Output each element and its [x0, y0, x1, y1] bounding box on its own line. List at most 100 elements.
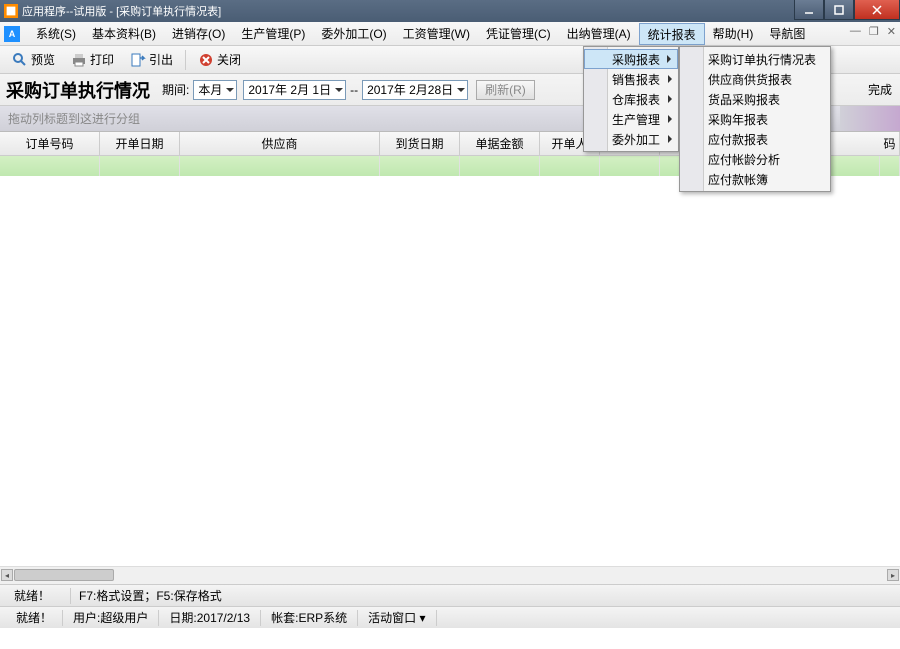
arrow-right-icon: [668, 95, 672, 103]
menu-production[interactable]: 生产管理(P): [233, 23, 313, 45]
col-order-no[interactable]: 订单号码: [0, 132, 100, 155]
submenu-po-execution[interactable]: 采购订单执行情况表: [680, 49, 830, 69]
preview-button[interactable]: 预览: [6, 49, 61, 71]
window-title: 应用程序--试用版 - [采购订单执行情况表]: [22, 3, 221, 19]
reports-submenu: 采购报表 销售报表 仓库报表 生产管理 委外加工: [583, 46, 679, 152]
menu-salary[interactable]: 工资管理(W): [395, 23, 478, 45]
statusbar-lower: 就绪！ 用户:超级用户 日期:2017/2/13 帐套:ERP系统 活动窗口 ▾: [0, 606, 900, 628]
submenu-label: 仓库报表: [612, 91, 660, 108]
arrow-right-icon: [667, 55, 671, 63]
mdi-minimize-button[interactable]: —: [850, 25, 861, 38]
arrow-right-icon: [668, 115, 672, 123]
status-ready: 就绪！: [6, 588, 58, 604]
window-titlebar: 应用程序--试用版 - [采购订单执行情况表]: [0, 0, 900, 22]
col-code[interactable]: 码: [880, 132, 900, 155]
date-dash: --: [350, 83, 358, 97]
chevron-down-icon: [335, 88, 343, 92]
submenu-payable-report[interactable]: 应付款报表: [680, 129, 830, 149]
group-hint-text: 拖动列标题到这进行分组: [8, 112, 140, 126]
print-icon: [71, 52, 87, 68]
menu-navmap[interactable]: 导航图: [761, 23, 813, 45]
horizontal-scrollbar[interactable]: ◂ ▸: [0, 566, 900, 584]
menu-cashier[interactable]: 出纳管理(A): [559, 23, 639, 45]
date-from-picker[interactable]: 2017年 2月 1日: [243, 80, 346, 100]
close-icon: [198, 52, 214, 68]
statusbar-upper: 就绪！ F7:格式设置；F5:保存格式: [0, 584, 900, 606]
menu-outsource[interactable]: 委外加工(O): [313, 23, 394, 45]
submenu-payable-aging[interactable]: 应付帐龄分析: [680, 149, 830, 169]
submenu-sales-reports[interactable]: 销售报表: [584, 69, 678, 89]
menu-invoicing[interactable]: 进销存(O): [164, 23, 233, 45]
submenu-goods-purchase[interactable]: 货品采购报表: [680, 89, 830, 109]
menu-help[interactable]: 帮助(H): [705, 23, 762, 45]
status2-user: 用户:超级用户: [63, 610, 159, 626]
complete-label: 完成: [868, 81, 892, 98]
close-button[interactable]: 关闭: [192, 49, 247, 71]
grid-body[interactable]: [0, 176, 900, 566]
window-minimize-button[interactable]: [794, 0, 824, 20]
submenu-label: 生产管理: [612, 111, 660, 128]
preview-label: 预览: [31, 51, 55, 68]
chevron-down-icon: [457, 88, 465, 92]
menu-reports[interactable]: 统计报表: [639, 23, 705, 45]
submenu-label: 销售报表: [612, 71, 660, 88]
submenu-label: 委外加工: [612, 131, 660, 148]
date-to-picker[interactable]: 2017年 2月28日: [362, 80, 468, 100]
refresh-button[interactable]: 刷新(R): [476, 80, 535, 100]
scroll-thumb[interactable]: [14, 569, 114, 581]
submenu-label: 采购订单执行情况表: [708, 51, 816, 68]
menu-voucher[interactable]: 凭证管理(C): [478, 23, 559, 45]
submenu-label: 采购年报表: [708, 111, 768, 128]
submenu-payable-ledger[interactable]: 应付款帐簿: [680, 169, 830, 189]
col-order-date[interactable]: 开单日期: [100, 132, 180, 155]
date-to-value: 2017年 2月28日: [367, 81, 453, 98]
status2-acct: 帐套:ERP系统: [261, 610, 358, 626]
submenu-supplier-supply[interactable]: 供应商供货报表: [680, 69, 830, 89]
submenu-production[interactable]: 生产管理: [584, 109, 678, 129]
submenu-label: 应付帐龄分析: [708, 151, 780, 168]
page-title: 采购订单执行情况: [6, 77, 150, 103]
col-supplier[interactable]: 供应商: [180, 132, 380, 155]
period-value: 本月: [198, 81, 222, 98]
menubar: A 系统(S) 基本资料(B) 进销存(O) 生产管理(P) 委外加工(O) 工…: [0, 22, 900, 46]
app-icon: [4, 4, 18, 18]
export-icon: [130, 52, 146, 68]
arrow-right-icon: [668, 75, 672, 83]
submenu-purchase-annual[interactable]: 采购年报表: [680, 109, 830, 129]
mdi-restore-button[interactable]: ❐: [869, 25, 879, 38]
export-button[interactable]: 引出: [124, 49, 179, 71]
scroll-left-button[interactable]: ◂: [1, 569, 13, 581]
preview-icon: [12, 52, 28, 68]
menu-system[interactable]: 系统(S): [28, 23, 84, 45]
close-label: 关闭: [217, 51, 241, 68]
period-combo[interactable]: 本月: [193, 80, 237, 100]
submenu-purchase-reports[interactable]: 采购报表: [584, 49, 678, 69]
status2-ready: 就绪！: [6, 610, 63, 626]
period-label: 期间:: [162, 81, 189, 98]
mdi-close-button[interactable]: ✕: [887, 25, 896, 38]
export-label: 引出: [149, 51, 173, 68]
status2-date: 日期:2017/2/13: [159, 610, 261, 626]
col-arrival-date[interactable]: 到货日期: [380, 132, 460, 155]
status-shortcuts: F7:格式设置；F5:保存格式: [70, 588, 230, 604]
submenu-warehouse-reports[interactable]: 仓库报表: [584, 89, 678, 109]
purchase-reports-submenu: 采购订单执行情况表 供应商供货报表 货品采购报表 采购年报表 应付款报表 应付帐…: [679, 46, 831, 192]
submenu-outsource[interactable]: 委外加工: [584, 129, 678, 149]
submenu-label: 应付款帐簿: [708, 171, 768, 188]
print-label: 打印: [90, 51, 114, 68]
submenu-label: 供应商供货报表: [708, 71, 792, 88]
submenu-label: 采购报表: [612, 51, 660, 68]
toolbar-separator: [185, 50, 186, 70]
date-from-value: 2017年 2月 1日: [248, 81, 331, 98]
print-button[interactable]: 打印: [65, 49, 120, 71]
menu-basicdata[interactable]: 基本资料(B): [84, 23, 164, 45]
submenu-label: 货品采购报表: [708, 91, 780, 108]
submenu-label: 应付款报表: [708, 131, 768, 148]
window-close-button[interactable]: [854, 0, 900, 20]
col-amount[interactable]: 单据金额: [460, 132, 540, 155]
arrow-right-icon: [668, 135, 672, 143]
chevron-down-icon: [226, 88, 234, 92]
scroll-right-button[interactable]: ▸: [887, 569, 899, 581]
window-maximize-button[interactable]: [824, 0, 854, 20]
status2-active-window[interactable]: 活动窗口 ▾: [358, 610, 436, 626]
